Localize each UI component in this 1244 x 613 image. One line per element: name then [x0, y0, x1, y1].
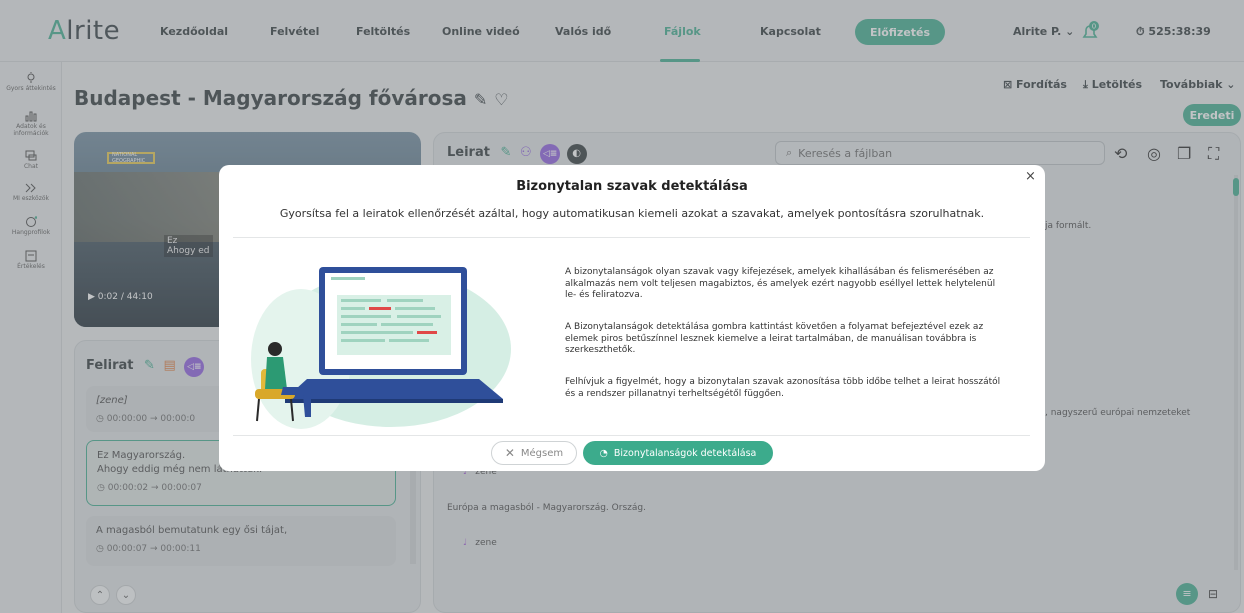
cancel-label: Mégsem — [520, 447, 564, 459]
dialog-title: Bizonytalan szavak detektálása — [516, 179, 748, 194]
gauge-icon: ◔ — [599, 447, 608, 459]
dialog-subtitle: Gyorsítsa fel a leiratok ellenőrzését az… — [279, 207, 985, 220]
dialog-paragraph: Felhívjuk a figyelmét, hogy a bizonytala… — [565, 377, 1001, 399]
divider — [233, 237, 1030, 238]
detect-uncertainties-button[interactable]: ◔ Bizonytalanságok detektálása — [583, 441, 773, 465]
dialog-paragraph: A bizonytalanságok olyan szavak vagy kif… — [565, 267, 996, 300]
cancel-button[interactable]: ✕ Mégsem — [491, 441, 577, 465]
divider — [233, 435, 1030, 436]
detect-label: Bizonytalanságok detektálása — [613, 447, 757, 459]
laptop-illustration — [251, 267, 511, 429]
x-icon: ✕ — [504, 446, 515, 460]
uncertain-words-dialog: × Bizonytalan szavak detektálása Gyorsít… — [219, 165, 1045, 471]
dialog-paragraph: A Bizonytalanságok detektálása gombra ka… — [565, 322, 984, 355]
